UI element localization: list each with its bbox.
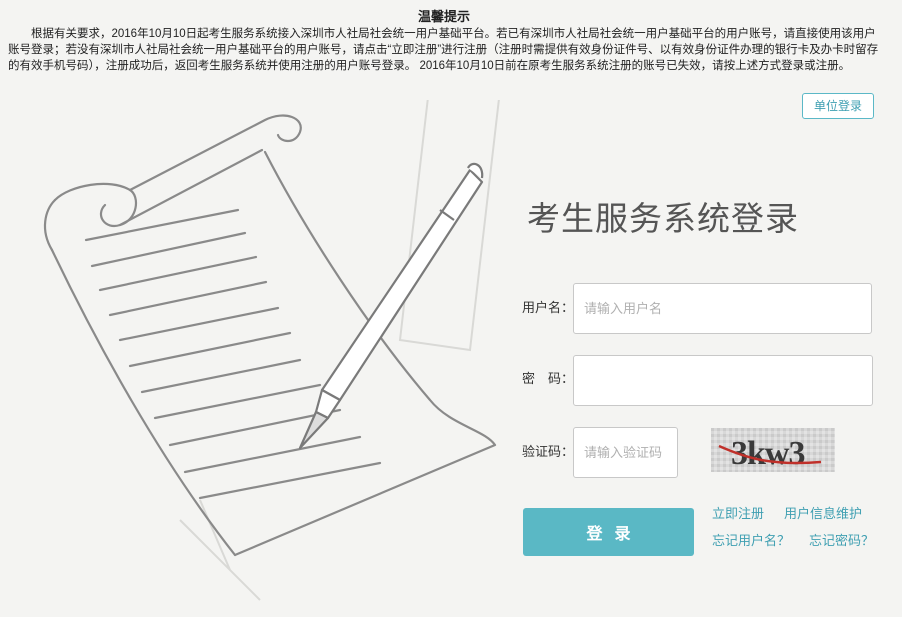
password-input[interactable] [573, 355, 873, 406]
notice-panel: 温馨提示 根据有关要求，2016年10月10日起考生服务系统接入深圳市人社局社会… [0, 0, 902, 74]
notice-title: 温馨提示 [417, 9, 470, 24]
captcha-image[interactable]: 3kw3 [711, 428, 835, 472]
unit-login-button[interactable]: 单位登录 [802, 93, 874, 119]
login-button[interactable]: 登录 [523, 508, 694, 556]
register-link[interactable]: 立即注册 [712, 503, 764, 522]
password-label: 密 码： [522, 371, 575, 386]
user-info-link[interactable]: 用户信息维护 [784, 503, 862, 522]
paper-scroll-illustration [43, 100, 500, 601]
captcha-input[interactable] [573, 427, 678, 478]
username-input[interactable] [573, 283, 872, 334]
forgot-password-link[interactable]: 忘记密码？ [809, 530, 874, 549]
pen-icon [298, 162, 484, 450]
captcha-label: 验证码： [522, 444, 575, 459]
login-title: 考生服务系统登录 [527, 200, 799, 237]
captcha-text: 3kw3 [731, 435, 804, 472]
forgot-username-link[interactable]: 忘记用户名？ [712, 530, 790, 549]
notice-body: 根据有关要求，2016年10月10日起考生服务系统接入深圳市人社局社会统一用户基… [8, 28, 879, 72]
username-label: 用户名： [522, 300, 575, 315]
